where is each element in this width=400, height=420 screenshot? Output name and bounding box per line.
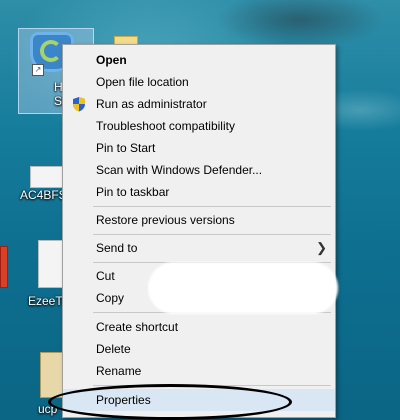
menu-item-rename[interactable]: Rename (63, 360, 335, 382)
menu-item-open[interactable]: Open (63, 49, 335, 71)
menu-item-open-file-location[interactable]: Open file location (63, 71, 335, 93)
menu-item-label: Open (96, 53, 127, 67)
desktop-icon-label-ac4bfs: AC4BFS (20, 188, 67, 202)
menu-item-create-shortcut[interactable]: Create shortcut (63, 316, 335, 338)
redaction-overlay (148, 262, 338, 314)
menu-item-run-as-administrator[interactable]: Run as administrator (63, 93, 335, 115)
app-icon-partial[interactable] (0, 246, 8, 288)
menu-item-label: Copy (96, 291, 125, 305)
menu-item-label: Run as administrator (96, 97, 207, 111)
menu-item-pin-to-taskbar[interactable]: Pin to taskbar (63, 181, 335, 203)
menu-item-label: Restore previous versions (96, 213, 235, 227)
menu-item-restore-previous-versions[interactable]: Restore previous versions (63, 209, 335, 231)
menu-item-label: Send to (96, 241, 138, 255)
menu-item-label: Rename (96, 364, 142, 378)
menu-item-label: Cut (96, 269, 115, 283)
shortcut-arrow-icon: ↗ (32, 64, 44, 76)
menu-item-label: Scan with Windows Defender... (96, 163, 263, 177)
desktop-icon-label-ezeetr: EzeeTr (28, 294, 67, 308)
menu-item-pin-to-start[interactable]: Pin to Start (63, 137, 335, 159)
menu-item-label: Troubleshoot compatibility (96, 119, 235, 133)
context-menu: Open Open file location Run as administr… (62, 44, 336, 418)
annotation-ellipse (48, 384, 292, 420)
menu-item-delete[interactable]: Delete (63, 338, 335, 360)
uac-shield-icon (73, 97, 85, 112)
menu-item-troubleshoot-compatibility[interactable]: Troubleshoot compatibility (63, 115, 335, 137)
menu-item-send-to[interactable]: Send to ❯ (63, 237, 335, 259)
menu-item-label: Create shortcut (96, 320, 179, 334)
menu-item-label: Open file location (96, 75, 189, 89)
menu-item-scan-with-windows-defender[interactable]: Scan with Windows Defender... (63, 159, 335, 181)
menu-separator (93, 206, 331, 207)
file-thumbnail-icon[interactable] (30, 166, 64, 188)
menu-item-label: Delete (96, 342, 131, 356)
menu-separator (93, 234, 331, 235)
menu-item-label: Pin to taskbar (96, 185, 170, 199)
menu-item-label: Pin to Start (96, 141, 156, 155)
chevron-right-icon: ❯ (316, 240, 327, 255)
document-thumbnail-icon[interactable] (38, 240, 64, 288)
